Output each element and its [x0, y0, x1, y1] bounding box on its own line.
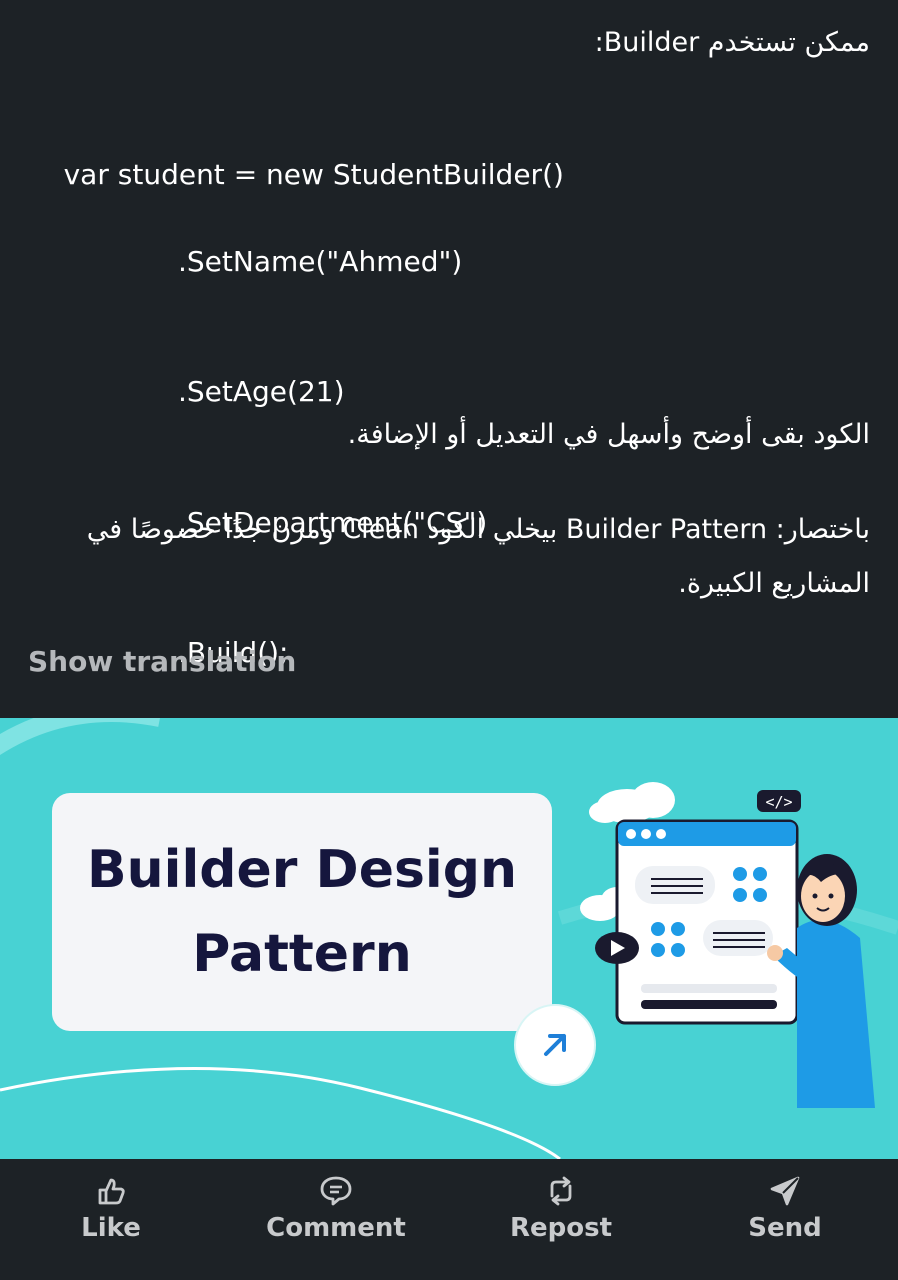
- post-image[interactable]: Builder Design Pattern </>: [0, 718, 898, 1159]
- post-action-bar: Like Comment Repost Send: [0, 1159, 898, 1280]
- post-text: ممكن تستخدم Builder: var student = new S…: [0, 0, 898, 718]
- code-line: .SetAge(21): [178, 375, 345, 408]
- post-paragraph-2: باختصار: Builder Pattern بيخلي الكود Cle…: [86, 514, 870, 599]
- repost-label: Repost: [509, 1213, 613, 1243]
- like-button[interactable]: Like: [11, 1159, 211, 1280]
- code-line: .SetName("Ahmed"): [178, 244, 463, 278]
- show-translation-link[interactable]: Show translation: [28, 645, 296, 678]
- repost-icon: [543, 1173, 579, 1209]
- developer-illustration: </>: [580, 782, 875, 1108]
- comment-button[interactable]: Comment: [236, 1159, 436, 1280]
- title-card: Builder Design Pattern: [52, 793, 552, 1031]
- send-icon: [767, 1173, 803, 1209]
- post-intro-line: ممكن تستخدم Builder:: [594, 27, 870, 58]
- send-label: Send: [748, 1213, 822, 1243]
- like-icon: [93, 1173, 129, 1209]
- image-title-line-2: Pattern: [192, 924, 412, 984]
- image-title-line-1: Builder Design: [87, 840, 517, 900]
- repost-button[interactable]: Repost: [461, 1159, 661, 1280]
- code-tag: </>: [765, 793, 792, 811]
- send-button[interactable]: Send: [685, 1159, 885, 1280]
- post-paragraph-1: الكود بقى أوضح وأسهل في التعديل أو الإضا…: [347, 419, 870, 450]
- comment-label: Comment: [266, 1213, 406, 1243]
- code-line: var student = new StudentBuilder(): [63, 157, 564, 191]
- like-label: Like: [81, 1213, 141, 1243]
- comment-icon: [318, 1173, 354, 1209]
